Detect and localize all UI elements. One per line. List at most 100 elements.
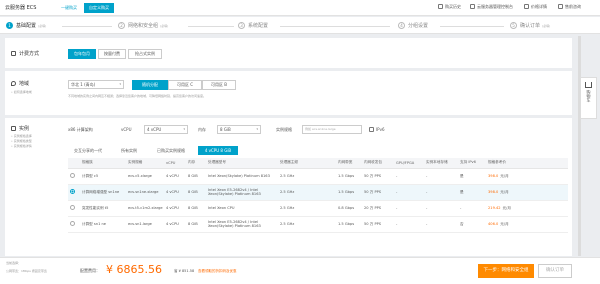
cell-freq: 2.5 GHz — [278, 168, 336, 185]
tab-4vcpu-8gib[interactable]: 4 vCPU 8 GiB — [198, 146, 238, 155]
price-unit: 元/月 — [502, 206, 511, 210]
cell-price: 398.0 元/月 — [486, 184, 568, 201]
scrollbar[interactable] — [578, 36, 581, 256]
next-step-button[interactable]: 下一步：网络和安全组 — [478, 264, 534, 278]
console-link[interactable]: 云服务器管理控制台 — [470, 4, 513, 10]
ipv6-filter[interactable]: IPv6 — [369, 127, 385, 132]
tab-quick-buy[interactable]: 一键购买 — [56, 3, 82, 13]
billing-icon — [11, 51, 16, 56]
checkbox-icon — [369, 127, 374, 132]
cell-disk: - — [424, 216, 458, 233]
price-unit: 元/月 — [500, 174, 509, 178]
purchase-history-label: 购买历史 — [445, 4, 461, 9]
cart-label: 购物车 — [586, 90, 592, 102]
console-label: 云服务器管理控制台 — [477, 4, 513, 9]
col-gpu: GPU/FPGA — [394, 158, 424, 169]
cell-family: 计算型 sn1 ne — [80, 216, 126, 233]
tab-generation[interactable]: 交互分享的一代 — [68, 146, 108, 155]
step-confirm-order[interactable]: 5 确认订单 (必填) — [510, 22, 550, 29]
cell-pps: 20 万 PPS — [362, 200, 394, 217]
instance-section: 实例 • 实例规格选择 • 实例规格类型 • 实例规格详情 x86 计算架构 v… — [5, 118, 572, 256]
step-label: 网络和安全组 — [128, 23, 159, 29]
region-dropdown[interactable]: 华北 1 (青岛) ▾ — [68, 80, 124, 89]
memory-dropdown[interactable]: 8 GiB ▾ — [217, 125, 261, 134]
discount-link[interactable]: 查看领取的折扣码及优惠 — [198, 269, 237, 274]
vcpu-label: vCPU — [121, 127, 132, 132]
region-title: 地域 — [11, 80, 29, 87]
cell-spec: ecs.t5-c1m2.xlarge — [126, 200, 164, 217]
spec-search-input[interactable]: 例如 ecs.sn1ne.large — [302, 125, 362, 134]
shopping-cart[interactable]: 购物车 — [580, 77, 597, 119]
step-basic-config[interactable]: 1 基础配置 (必填) — [6, 22, 46, 29]
row-radio-cell[interactable] — [68, 168, 80, 185]
billing-payg-button[interactable]: 按量付费 — [98, 49, 126, 59]
row-radio-cell[interactable] — [68, 184, 80, 201]
step-label: 分组设置 — [408, 23, 429, 29]
step-group-settings[interactable]: 4 分组设置 — [398, 22, 428, 29]
step-number: 2 — [118, 22, 125, 29]
tab-custom-buy[interactable]: 自定义购买 — [84, 3, 114, 13]
row-radio[interactable] — [70, 173, 75, 178]
price-unit: 元/月 — [500, 222, 509, 226]
col-family: 规格族 — [80, 158, 126, 169]
row-radio[interactable] — [70, 221, 75, 226]
table-header-row: 规格族 实例规格 vCPU 内存 处理器型号 处理器主频 内网带宽 内网收发包 … — [68, 158, 568, 169]
current-selection-label: 当前选择： — [6, 261, 22, 265]
cell-bw: 1.5 Gbps — [336, 216, 362, 233]
step-system-config[interactable]: 3 系统配置 — [238, 22, 268, 29]
zone-b-button[interactable]: 可用区 B — [202, 80, 236, 90]
cell-ipv6: - — [458, 200, 486, 217]
row-radio-cell[interactable] — [68, 200, 80, 217]
col-local-storage: 实例本地存储 — [424, 158, 458, 169]
table-row[interactable]: 计算型 c5 ecs.c5.xlarge 4 vCPU 8 GiB Intel Xeon… — [68, 168, 568, 185]
cell-price: 398.0 元/月 — [486, 168, 568, 185]
row-radio-cell[interactable] — [68, 216, 80, 233]
table-row[interactable]: 突发性能实例 t5 ecs.t5-c1m2.xlarge 4 vCPU 8 GiB In… — [68, 200, 568, 217]
step-progress: 1 基础配置 (必填) 2 网络和安全组 (必填) 3 系统配置 4 分组设置 5 确认订单(… — [0, 17, 600, 34]
cell-family: 突发性能实例 t5 — [80, 200, 126, 217]
tab-purchased[interactable]: 已购买实例规格 — [150, 146, 192, 155]
row-radio[interactable] — [70, 189, 75, 194]
price-details-link[interactable]: 价格详情 — [524, 4, 547, 10]
cell-gpu: - — [394, 184, 424, 201]
region-hint-link[interactable]: • 如何选择地域 — [11, 90, 32, 95]
chat-icon — [558, 4, 563, 9]
cell-mem: 8 GiB — [186, 200, 206, 217]
price-details-label: 价格详情 — [531, 4, 547, 9]
step-required: (必填) — [542, 24, 551, 28]
zone-random-button[interactable]: 随机分配 — [132, 80, 168, 90]
confirm-order-button[interactable]: 确认订单 — [538, 264, 572, 278]
cell-vcpu: 4 vCPU — [164, 184, 186, 201]
purchase-history-link[interactable]: 购买历史 — [438, 4, 461, 10]
zone-c-button[interactable]: 可用区 C — [168, 80, 202, 90]
vcpu-dropdown[interactable]: 4 vCPU ▾ — [144, 125, 188, 134]
instance-hint-3[interactable]: • 实例规格详情 — [11, 144, 32, 149]
billing-spot-button[interactable]: 抢占式实例 — [128, 49, 162, 59]
region-section: 地域 • 如何选择地域 华北 1 (青岛) ▾ 随机分配 可用区 C 可用区 B … — [5, 71, 572, 115]
step-number: 4 — [398, 22, 405, 29]
cell-cpu: Intel Xeon E5-2682v4 / Intel Xeon(Skylak… — [206, 216, 278, 233]
presales-label: 售前咨询 — [565, 4, 581, 9]
step-network[interactable]: 2 网络和安全组 (必填) — [118, 22, 168, 29]
billing-subscription-button[interactable]: 包年包月 — [68, 49, 96, 59]
location-icon — [11, 81, 16, 86]
cell-disk: - — [424, 200, 458, 217]
cell-price: 219.42 元/月 — [486, 200, 568, 217]
tab-all-instances[interactable]: 所有实例 — [116, 146, 142, 155]
row-radio[interactable] — [70, 205, 75, 210]
cell-ipv6: 是 — [458, 168, 486, 185]
step-label: 基础配置 — [16, 23, 37, 29]
step-connector — [440, 26, 504, 27]
app-title: 云服务器 ECS — [5, 5, 37, 11]
table-row[interactable]: 计算型 sn1 ne ecs.sn1.large 4 vCPU 8 GiB Intel … — [68, 216, 568, 233]
table-row[interactable]: 计算网络增强型 sn1ne ecs.sn1ne.xlarge 4 vCPU 8 GiB… — [68, 184, 568, 201]
cell-cpu: Intel Xeon(Skylake) Platinum 8163 — [206, 168, 278, 185]
price-icon — [524, 4, 529, 9]
cell-freq: 2.5 GHz — [278, 200, 336, 217]
presales-link[interactable]: 售前咨询 — [558, 4, 581, 10]
bottom-bar: 当前选择： 公网带宽：1Mbps 按固定带宽 配置费用： ¥ 6865.56 省… — [0, 257, 600, 284]
step-label: 系统配置 — [248, 23, 269, 29]
col-frequency: 处理器主频 — [278, 158, 336, 169]
step-connector — [280, 26, 390, 27]
cell-mem: 8 GiB — [186, 184, 206, 201]
